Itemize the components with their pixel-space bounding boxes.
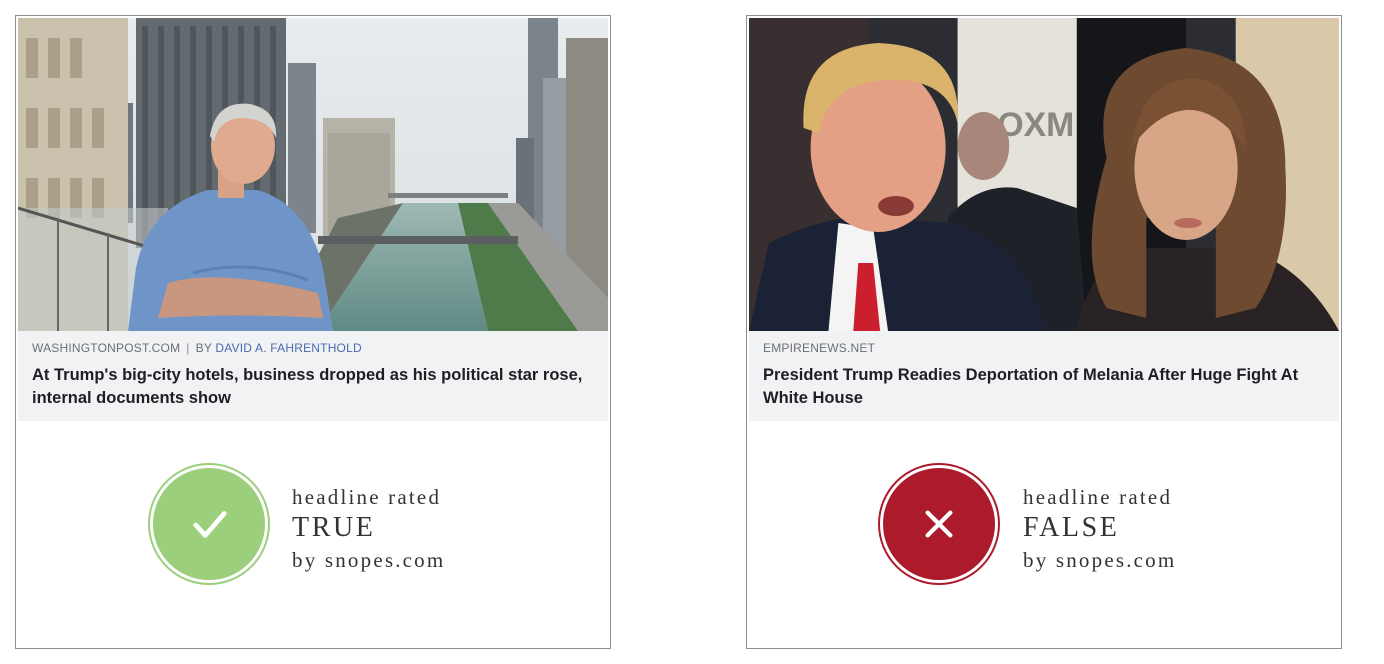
rating-source: by snopes.com [1023, 548, 1177, 572]
checkmark-icon [193, 511, 227, 538]
rating-text: headline rated FALSE by snopes.com [1023, 483, 1176, 575]
byline-prefix: BY [195, 341, 212, 355]
article-meta: EMPIRENEWS.NET President Trump Readies D… [749, 331, 1339, 421]
source-domain[interactable]: EMPIRENEWS.NET [763, 341, 875, 355]
news-card-true[interactable]: WASHINGTONPOST.COM | BY DAVID A. FAHRENTHO… [15, 15, 611, 649]
news-card-false[interactable]: OXM EMPIRENEWS.NET President Trump Readi… [746, 15, 1342, 649]
source-separator: | [186, 341, 190, 355]
rating-verdict: TRUE [292, 512, 376, 543]
rating-badge-false [880, 465, 998, 583]
city-river-photo [18, 18, 608, 331]
svg-text:OXM: OXM [997, 106, 1074, 144]
source-line: EMPIRENEWS.NET [763, 341, 1325, 355]
article-photo-couple[interactable]: OXM [749, 18, 1339, 331]
rating-verdict: FALSE [1023, 512, 1120, 543]
article-headline[interactable]: At Trump's big-city hotels, business dro… [32, 364, 594, 410]
article-photo-city[interactable] [18, 18, 608, 331]
rating-source: by snopes.com [292, 548, 446, 572]
source-domain[interactable]: WASHINGTONPOST.COM [32, 341, 180, 355]
couple-photo: OXM [749, 18, 1339, 331]
rating-badge-true [150, 465, 268, 583]
source-line: WASHINGTONPOST.COM | BY DAVID A. FAHRENTHO… [32, 341, 594, 355]
rating-text: headline rated TRUE by snopes.com [292, 483, 445, 575]
article-headline[interactable]: President Trump Readies Deportation of M… [763, 364, 1325, 410]
rating-label: headline rated [292, 485, 442, 509]
author-link[interactable]: DAVID A. FAHRENTHOLD [215, 341, 361, 355]
rating-panel: headline rated FALSE by snopes.com [747, 421, 1341, 646]
rating-label: headline rated [1023, 485, 1173, 509]
rating-panel: headline rated TRUE by snopes.com [16, 421, 610, 646]
cross-icon [925, 510, 953, 538]
article-meta: WASHINGTONPOST.COM | BY DAVID A. FAHRENTHO… [18, 331, 608, 421]
